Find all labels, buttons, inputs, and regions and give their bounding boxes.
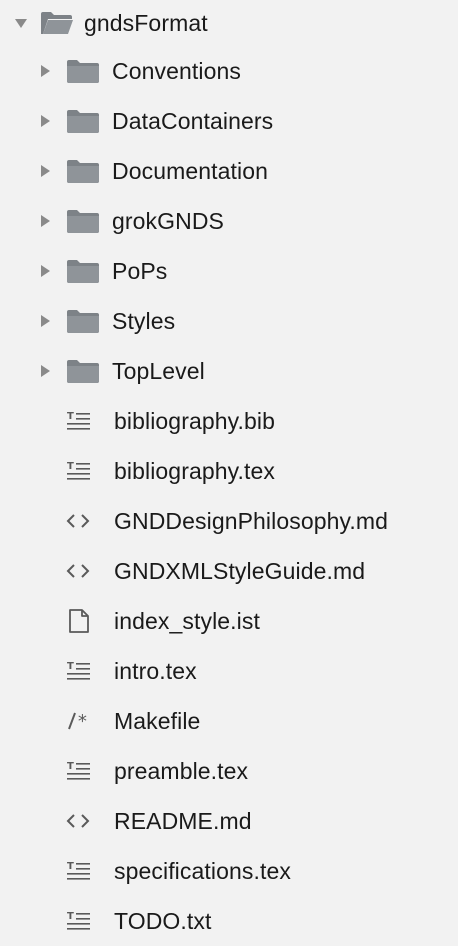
tree-label: Documentation [112, 157, 268, 184]
tree-label: TopLevel [112, 357, 205, 384]
tree-label: preamble.tex [114, 757, 249, 784]
folder-icon [66, 58, 100, 84]
tree-label-root: gndsFormat [84, 9, 208, 36]
tree-row-file[interactable]: GNDXMLStyleGuide.md [0, 546, 458, 596]
tree-label: grokGNDS [112, 207, 224, 234]
tree-row-root[interactable]: gndsFormat [0, 0, 458, 46]
disclosure-collapsed-icon[interactable] [38, 64, 52, 78]
disclosure-collapsed-icon[interactable] [38, 314, 52, 328]
tree-label: Styles [112, 307, 176, 334]
tree-label: GNDDesignPhilosophy.md [114, 507, 389, 534]
text-lines-icon: T [64, 408, 94, 434]
tree-row-folder[interactable]: TopLevel [0, 346, 458, 396]
tree-label: Conventions [112, 57, 241, 84]
disclosure-expanded-icon[interactable] [14, 16, 28, 30]
folder-icon [66, 358, 100, 384]
folder-open-icon [40, 10, 74, 36]
tree-label: specifications.tex [114, 857, 291, 884]
folder-icon [66, 158, 100, 184]
tree-label: DataContainers [112, 107, 274, 134]
text-lines-icon: T [64, 658, 94, 684]
tree-label: Makefile [114, 707, 201, 734]
disclosure-collapsed-icon[interactable] [38, 364, 52, 378]
svg-text:T: T [67, 911, 74, 922]
tree-row-file[interactable]: * Makefile [0, 696, 458, 746]
tree-row-file[interactable]: GNDDesignPhilosophy.md [0, 496, 458, 546]
tree-label: bibliography.tex [114, 457, 275, 484]
document-icon [64, 608, 94, 634]
svg-text:T: T [67, 661, 74, 672]
tree-label: TODO.txt [114, 907, 212, 934]
tree-label: PoPs [112, 257, 168, 284]
tree-row-folder[interactable]: PoPs [0, 246, 458, 296]
tree-row-file[interactable]: index_style.ist [0, 596, 458, 646]
tree-row-folder[interactable]: Documentation [0, 146, 458, 196]
angle-brackets-icon [64, 508, 94, 534]
text-lines-icon: T [64, 858, 94, 884]
disclosure-collapsed-icon[interactable] [38, 214, 52, 228]
folder-icon [66, 258, 100, 284]
svg-text:T: T [67, 461, 74, 472]
tree-row-file[interactable]: T TODO.txt [0, 896, 458, 946]
svg-text:T: T [67, 761, 74, 772]
tree-row-file[interactable]: Tintro.tex [0, 646, 458, 696]
folder-icon [66, 308, 100, 334]
tree-label: README.md [114, 807, 252, 834]
svg-text:*: * [77, 711, 88, 732]
disclosure-collapsed-icon[interactable] [38, 164, 52, 178]
tree-row-folder[interactable]: Conventions [0, 46, 458, 96]
tree-label: bibliography.bib [114, 407, 276, 434]
file-tree: gndsFormat Conventions DataContainers Docu… [0, 0, 458, 935]
tree-row-file[interactable]: Tbibliography.bib [0, 396, 458, 446]
comment-slash-icon: * [64, 708, 94, 734]
tree-row-folder[interactable]: grokGNDS [0, 196, 458, 246]
tree-label: index_style.ist [114, 607, 260, 634]
tree-row-folder[interactable]: DataContainers [0, 96, 458, 146]
text-lines-icon: T [64, 908, 94, 934]
angle-brackets-icon [64, 808, 94, 834]
angle-brackets-icon [64, 558, 94, 584]
tree-label: intro.tex [114, 657, 197, 684]
disclosure-collapsed-icon[interactable] [38, 264, 52, 278]
disclosure-collapsed-icon[interactable] [38, 114, 52, 128]
folder-icon [66, 208, 100, 234]
svg-text:T: T [67, 861, 74, 872]
text-lines-icon: T [64, 758, 94, 784]
folder-icon [66, 108, 100, 134]
tree-row-file[interactable]: Tbibliography.tex [0, 446, 458, 496]
tree-row-folder[interactable]: Styles [0, 296, 458, 346]
tree-label: GNDXMLStyleGuide.md [114, 557, 366, 584]
tree-row-file[interactable]: Tspecifications.tex [0, 846, 458, 896]
svg-text:T: T [67, 411, 74, 422]
tree-row-file[interactable]: README.md [0, 796, 458, 846]
tree-row-file[interactable]: Tpreamble.tex [0, 746, 458, 796]
text-lines-icon: T [64, 458, 94, 484]
